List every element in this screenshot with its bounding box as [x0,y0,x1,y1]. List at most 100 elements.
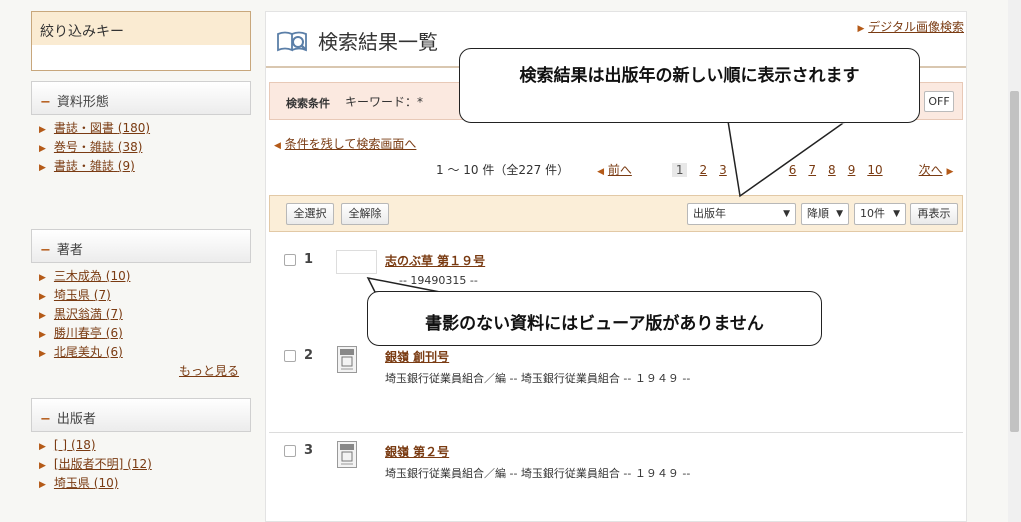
filter-key-body [32,45,250,70]
triangle-left-icon: ◀ [597,167,604,177]
sort-order-select[interactable]: 降順 ▼ [801,203,849,225]
book-search-icon [277,31,307,51]
facet-item: ▶ 勝川春亭 (6) [39,324,251,343]
result-title-link[interactable]: 銀嶺 創刊号 [385,348,449,365]
result-meta: -- 19490315 -- [399,274,478,287]
result-title-link[interactable]: 志のぶ草 第１９号 [385,252,485,269]
scrollbar-thumb[interactable] [1010,91,1019,432]
no-thumbnail-callout: 書影のない資料にはビューア版がありません [367,291,822,346]
result-meta: 埼玉銀行従業員組合／編 -- 埼玉銀行従業員組合 -- １９４９ -- [385,467,691,480]
page-6[interactable]: 6 [789,163,797,177]
pager-next: 次へ ▶ [919,161,954,178]
result-count: 1 ～ 10 件（全227 件） [436,163,570,177]
deselect-all-button[interactable]: 全解除 [341,203,389,225]
facet-publisher: − 出版者 ▶[ ] (18) ▶ [出版者不明] (12) ▶ 埼玉県 (10) [31,398,251,493]
facet-heading-publisher[interactable]: − 出版者 [31,398,251,432]
condition-label: 検索条件 [286,97,330,110]
page-2[interactable]: 2 [699,163,707,177]
triangle-right-icon: ▶ [39,480,46,490]
triangle-right-icon: ▶ [857,24,865,34]
result-number: 3 [304,443,314,458]
pager-prev: ◀ 前へ [597,161,632,178]
show-more-link[interactable]: もっと見る [179,364,239,378]
back-to-search-link[interactable]: 条件を残して検索画面へ [285,137,417,151]
sort-field-select[interactable]: 出版年 ▼ [687,203,796,225]
result-number: 2 [304,348,314,363]
facet-item: ▶ 書誌・図書 (180) [39,119,251,138]
caret-down-icon: ▼ [783,209,790,219]
facet-item: ▶ 三木成為 (10) [39,267,251,286]
facet-item: ▶ 埼玉県 (10) [39,474,251,493]
result-checkbox[interactable] [284,254,296,266]
result-checkbox[interactable] [284,350,296,362]
next-page-link[interactable]: 次へ [919,163,943,177]
page-9[interactable]: 9 [848,163,856,177]
result-checkbox[interactable] [284,445,296,457]
page-7[interactable]: 7 [808,163,816,177]
facet-link[interactable]: 北尾美丸 (6) [54,345,123,359]
divider [269,432,963,433]
collapse-icon: − [40,243,51,258]
result-number: 1 [304,252,314,267]
collapse-icon: − [40,95,51,110]
facet-more: もっと見る [31,362,251,384]
page-title: 検索結果一覧 [276,26,438,55]
facet-item: ▶ 埼玉県 (7) [39,286,251,305]
redisplay-button[interactable]: 再表示 [910,203,958,225]
sidebar: 絞り込みキー − 資料形態 ▶ 書誌・図書 (180) ▶ 巻号・雑誌 (38) ▶ 書… [31,11,251,522]
facet-list: ▶ 三木成為 (10) ▶ 埼玉県 (7) ▶ 黒沢翁満 (7) ▶ 勝川春亭 (6) … [31,263,251,362]
digital-image-search-link[interactable]: デジタル画像検索 [868,20,964,34]
facet-item: ▶ [出版者不明] (12) [39,455,251,474]
facet-link[interactable]: [ ] (18) [54,438,96,452]
filter-key-title: 絞り込みキー [32,12,250,45]
facet-material-type: − 資料形態 ▶ 書誌・図書 (180) ▶ 巻号・雑誌 (38) ▶ 書誌・雑誌 (9… [31,81,251,229]
facet-link[interactable]: 三木成為 (10) [54,269,130,283]
facet-link[interactable]: [出版者不明] (12) [54,457,152,471]
condition-off-button[interactable]: OFF [924,91,954,112]
facet-item: ▶[ ] (18) [39,436,251,455]
back-to-search: ◀ 条件を残して検索画面へ [274,135,416,152]
sort-order-callout: 検索結果は出版年の新しい順に表示されます [459,48,920,123]
filter-key-header: 絞り込みキー [31,11,251,71]
facet-link[interactable]: 勝川春亭 (6) [54,326,123,340]
facet-list: ▶[ ] (18) ▶ [出版者不明] (12) ▶ 埼玉県 (10) [31,432,251,493]
triangle-right-icon: ▶ [39,349,46,359]
pager: 1 ～ 10 件（全227 件） ◀ 前へ 1 2 3 6 7 8 9 10 次… [436,161,953,178]
page-10[interactable]: 10 [867,163,882,177]
page-3[interactable]: 3 [719,163,727,177]
facet-link[interactable]: 書誌・雑誌 (9) [54,159,135,173]
triangle-left-icon: ◀ [274,141,281,151]
facet-heading-material-type[interactable]: − 資料形態 [31,81,251,115]
prev-page-link[interactable]: 前へ [608,163,632,177]
result-title-link[interactable]: 銀嶺 第２号 [385,443,449,460]
facet-link[interactable]: 黒沢翁満 (7) [54,307,123,321]
facet-link[interactable]: 書誌・図書 (180) [54,121,150,135]
facet-link[interactable]: 埼玉県 (10) [54,476,118,490]
page-1[interactable]: 1 [671,162,688,177]
collapse-icon: − [40,412,51,427]
facet-item: ▶ 巻号・雑誌 (38) [39,138,251,157]
caret-down-icon: ▼ [893,209,900,219]
book-cover-thumbnail[interactable] [337,346,357,373]
triangle-right-icon: ▶ [39,163,46,173]
per-page-select[interactable]: 10件 ▼ [854,203,906,225]
result-meta: 埼玉銀行従業員組合／編 -- 埼玉銀行従業員組合 -- １９４９ -- [385,372,691,385]
triangle-right-icon: ▶ [946,167,954,177]
select-all-button[interactable]: 全選択 [286,203,334,225]
facet-link[interactable]: 埼玉県 (7) [54,288,111,302]
thumbnail-placeholder [336,250,377,274]
condition-keyword: キーワード：* [345,95,424,109]
book-cover-thumbnail[interactable] [337,441,357,468]
facet-heading-author[interactable]: − 著者 [31,229,251,263]
caret-down-icon: ▼ [836,209,843,219]
facet-link[interactable]: 巻号・雑誌 (38) [54,140,142,154]
results-toolbar: 全選択 全解除 出版年 ▼ 降順 ▼ 10件 ▼ 再表示 [269,195,963,232]
facet-item: ▶ 書誌・雑誌 (9) [39,157,251,176]
page-scrollbar[interactable] [1008,0,1021,522]
facet-list: ▶ 書誌・図書 (180) ▶ 巻号・雑誌 (38) ▶ 書誌・雑誌 (9) [31,115,251,229]
page-8[interactable]: 8 [828,163,836,177]
facet-item: ▶ 黒沢翁満 (7) [39,305,251,324]
facet-author: − 著者 ▶ 三木成為 (10) ▶ 埼玉県 (7) ▶ 黒沢翁満 (7) ▶ 勝川春亭 … [31,229,251,384]
digital-image-search: ▶ デジタル画像検索 [857,18,964,35]
facet-item: ▶ 北尾美丸 (6) [39,343,251,362]
